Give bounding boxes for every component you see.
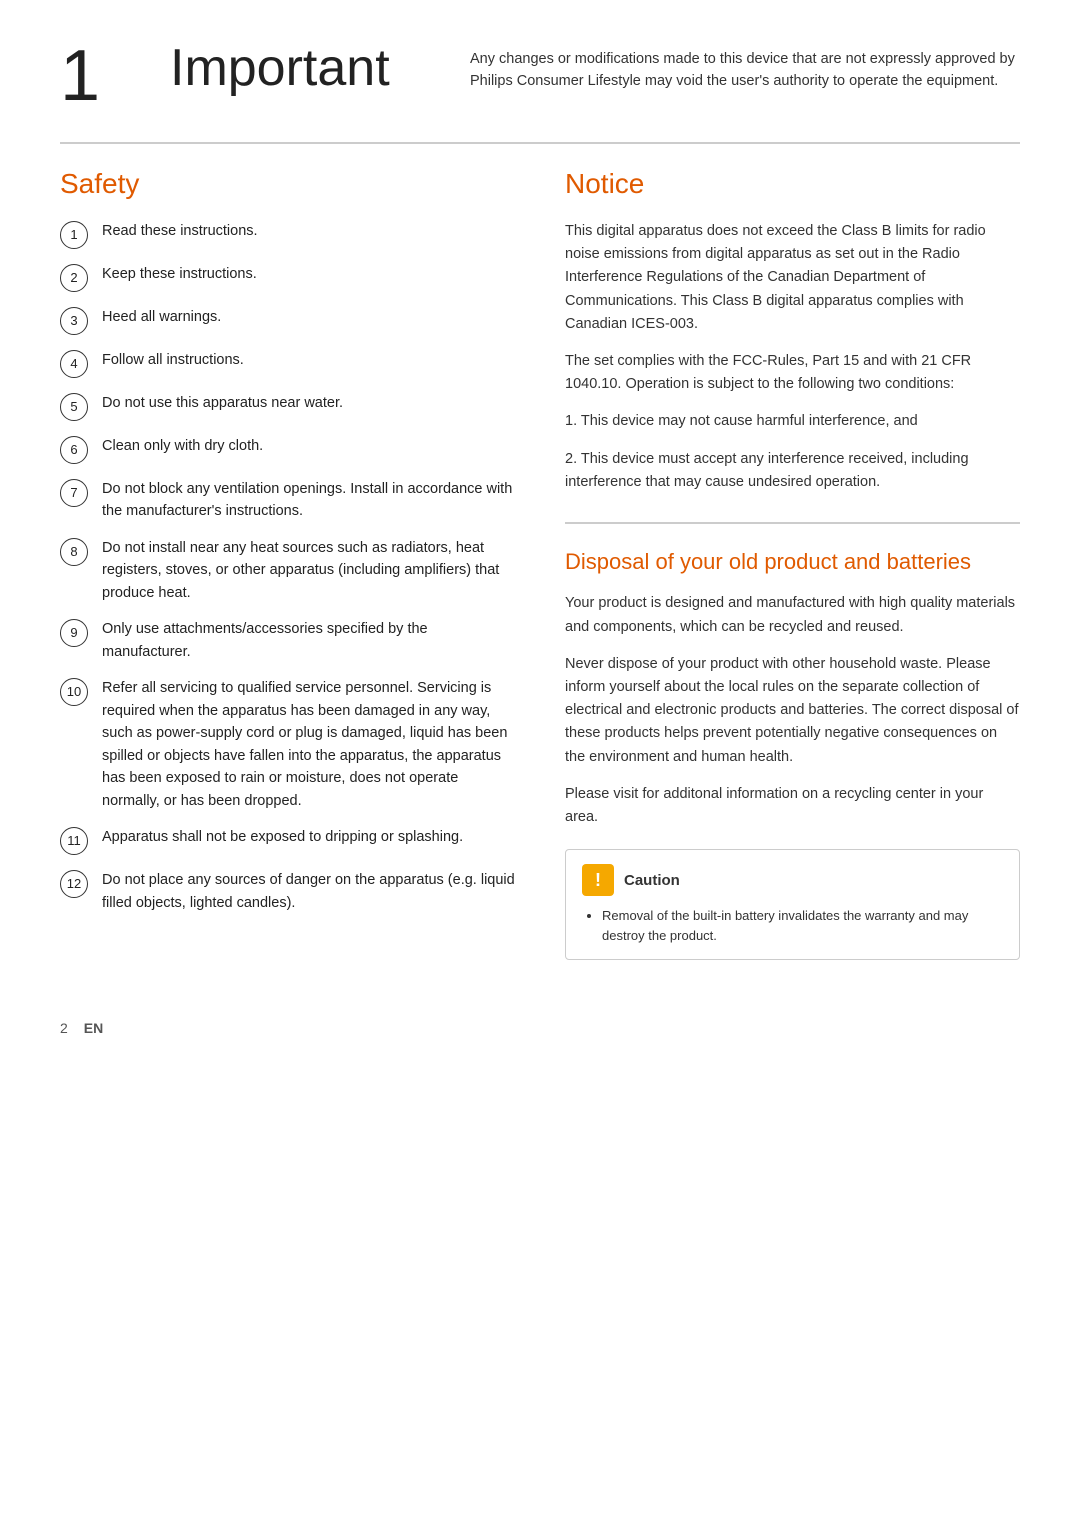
safety-list: 1 Read these instructions. 2 Keep these … — [60, 220, 515, 914]
list-item: 4 Follow all instructions. — [60, 349, 515, 378]
notice-section: Notice This digital apparatus does not e… — [565, 168, 1020, 494]
list-item: 7 Do not block any ventilation openings.… — [60, 478, 515, 523]
notice-condition2: 2. This device must accept any interfere… — [565, 448, 1020, 494]
list-item: 12 Do not place any sources of danger on… — [60, 869, 515, 914]
caution-list: Removal of the built-in battery invalida… — [582, 906, 1003, 945]
item-number: 8 — [60, 538, 88, 566]
item-text: Follow all instructions. — [102, 349, 515, 371]
page-footer: 2 EN — [60, 1020, 1020, 1036]
list-item: 5 Do not use this apparatus near water. — [60, 392, 515, 421]
caution-header: ! Caution — [582, 864, 1003, 896]
caution-label: Caution — [624, 872, 680, 889]
item-number: 4 — [60, 350, 88, 378]
notice-title: Notice — [565, 168, 1020, 200]
item-number: 9 — [60, 619, 88, 647]
item-number: 6 — [60, 436, 88, 464]
item-number: 12 — [60, 870, 88, 898]
item-number: 2 — [60, 264, 88, 292]
disposal-paragraph2: Never dispose of your product with other… — [565, 653, 1020, 769]
item-text: Keep these instructions. — [102, 263, 515, 285]
list-item: 9 Only use attachments/accessories speci… — [60, 618, 515, 663]
footer-language: EN — [84, 1020, 103, 1036]
item-text: Refer all servicing to qualified service… — [102, 677, 515, 812]
item-text: Read these instructions. — [102, 220, 515, 242]
safety-title: Safety — [60, 168, 515, 200]
list-item: 1 Read these instructions. — [60, 220, 515, 249]
page-header: 1 Important Any changes or modifications… — [60, 40, 1020, 112]
disposal-paragraph1: Your product is designed and manufacture… — [565, 592, 1020, 638]
item-text: Clean only with dry cloth. — [102, 435, 515, 457]
list-item: 10 Refer all servicing to qualified serv… — [60, 677, 515, 812]
notice-divider — [565, 522, 1020, 524]
footer-page-number: 2 — [60, 1020, 68, 1036]
list-item: Removal of the built-in battery invalida… — [602, 906, 1003, 945]
item-text: Only use attachments/accessories specifi… — [102, 618, 515, 663]
right-column: Notice This digital apparatus does not e… — [565, 168, 1020, 960]
notice-paragraph1: This digital apparatus does not exceed t… — [565, 220, 1020, 336]
header-body-text: Any changes or modifications made to thi… — [470, 40, 1020, 93]
caution-box: ! Caution Removal of the built-in batter… — [565, 849, 1020, 960]
item-number: 7 — [60, 479, 88, 507]
list-item: 8 Do not install near any heat sources s… — [60, 537, 515, 604]
notice-paragraph2: The set complies with the FCC-Rules, Par… — [565, 350, 1020, 396]
disposal-paragraph3: Please visit for additonal information o… — [565, 783, 1020, 829]
item-text: Apparatus shall not be exposed to drippi… — [102, 826, 515, 848]
item-number: 1 — [60, 221, 88, 249]
header-divider — [60, 142, 1020, 144]
item-text: Heed all warnings. — [102, 306, 515, 328]
notice-condition1: 1. This device may not cause harmful int… — [565, 410, 1020, 433]
disposal-section: Disposal of your old product and batteri… — [565, 548, 1020, 829]
disposal-title: Disposal of your old product and batteri… — [565, 548, 1020, 577]
list-item: 2 Keep these instructions. — [60, 263, 515, 292]
item-text: Do not block any ventilation openings. I… — [102, 478, 515, 523]
item-number: 10 — [60, 678, 88, 706]
item-text: Do not install near any heat sources suc… — [102, 537, 515, 604]
safety-section: Safety 1 Read these instructions. 2 Keep… — [60, 168, 515, 928]
caution-icon: ! — [582, 864, 614, 896]
item-text: Do not place any sources of danger on th… — [102, 869, 515, 914]
item-number: 5 — [60, 393, 88, 421]
item-number: 3 — [60, 307, 88, 335]
chapter-number: 1 — [60, 40, 130, 112]
item-number: 11 — [60, 827, 88, 855]
main-content: Safety 1 Read these instructions. 2 Keep… — [60, 168, 1020, 960]
item-text: Do not use this apparatus near water. — [102, 392, 515, 414]
chapter-title: Important — [170, 40, 430, 97]
list-item: 11 Apparatus shall not be exposed to dri… — [60, 826, 515, 855]
list-item: 3 Heed all warnings. — [60, 306, 515, 335]
list-item: 6 Clean only with dry cloth. — [60, 435, 515, 464]
